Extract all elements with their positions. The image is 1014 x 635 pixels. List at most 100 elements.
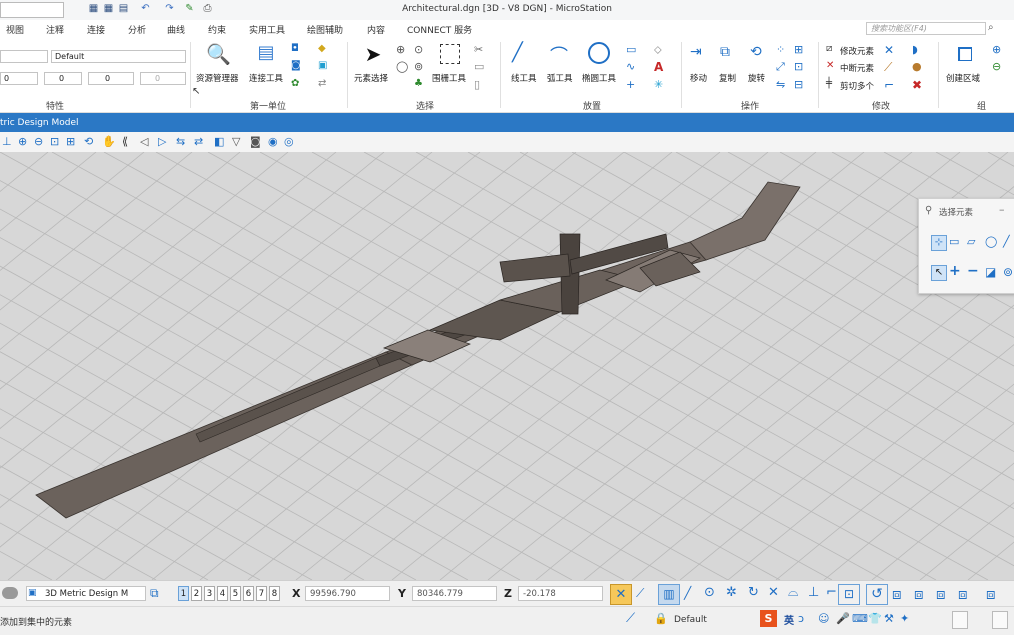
- select-circle-icon[interactable]: ◯: [985, 235, 997, 248]
- view-2-button[interactable]: 2: [191, 586, 202, 601]
- polygon-icon[interactable]: ▭: [626, 43, 636, 56]
- ribbon-search-input[interactable]: 搜索功能区(F4): [866, 22, 986, 35]
- element-selection-button[interactable]: 元素选择: [354, 72, 388, 84]
- tab-constraints[interactable]: 约束: [208, 23, 226, 36]
- rotate-icon[interactable]: ⟲: [750, 44, 762, 60]
- point-icon[interactable]: +: [626, 78, 635, 91]
- ime-voice-icon[interactable]: 🎤: [836, 612, 850, 625]
- bspline-icon[interactable]: ∿: [626, 60, 635, 73]
- display-icon[interactable]: ▣: [318, 60, 327, 71]
- view-front-icon[interactable]: ⧈: [936, 585, 946, 603]
- raster-icon[interactable]: ◙: [291, 60, 301, 71]
- snap-grid-icon[interactable]: ▥: [658, 584, 680, 605]
- view-5-button[interactable]: 5: [230, 586, 241, 601]
- view-model-combo[interactable]: 3D Metric Design M: [26, 586, 146, 601]
- view-display-mode-icon[interactable]: ◧: [214, 135, 224, 148]
- select-shape-icon[interactable]: ▱: [967, 235, 975, 248]
- tab-view[interactable]: 视图: [6, 23, 24, 36]
- break-element-icon[interactable]: ✕: [826, 60, 834, 71]
- view-right-icon[interactable]: ⧈: [958, 585, 968, 603]
- snap-tangent-icon[interactable]: ↻: [748, 585, 759, 600]
- mirror-icon[interactable]: ⇋: [776, 78, 785, 91]
- attach-tools-button[interactable]: 连接工具: [249, 72, 283, 84]
- clip-mask-icon[interactable]: ▽: [232, 135, 240, 148]
- levels-icon[interactable]: ◆: [318, 43, 326, 54]
- tab-curves[interactable]: 曲线: [167, 23, 185, 36]
- ime-punctuation-icon[interactable]: ↄ: [798, 612, 804, 625]
- ellipse-tools-button[interactable]: 椭圆工具: [582, 72, 616, 84]
- ime-skin-icon[interactable]: 👕: [868, 612, 882, 625]
- view-previous-icon[interactable]: ◁: [140, 135, 148, 148]
- select-invert-icon[interactable]: ⊙: [414, 43, 423, 56]
- snap-midpoint-icon[interactable]: ╱: [684, 586, 691, 600]
- cut-icon[interactable]: ✂: [474, 43, 483, 56]
- array-icon[interactable]: ⁘: [776, 43, 785, 56]
- models-icon[interactable]: ✿: [291, 78, 299, 89]
- group-icon[interactable]: ⊕: [992, 43, 1001, 56]
- active-level[interactable]: Default: [674, 615, 707, 625]
- rotate-view-icon[interactable]: ⟲: [84, 135, 93, 148]
- explorer-icon[interactable]: ⇄: [318, 78, 326, 89]
- cell-icon[interactable]: ⬦: [654, 43, 662, 57]
- copy-view-icon[interactable]: ⇆: [176, 135, 185, 148]
- snap-origin-icon[interactable]: ✲: [726, 585, 737, 600]
- view-1-button[interactable]: 1: [178, 586, 189, 601]
- ime-keyboard-icon[interactable]: ⌨: [852, 612, 868, 625]
- reference-icon[interactable]: ◘: [291, 43, 299, 54]
- mode-new-icon[interactable]: ↖: [931, 265, 947, 281]
- copy-button[interactable]: 复制: [719, 72, 736, 84]
- modify-element-button[interactable]: 修改元素: [840, 45, 874, 57]
- view-next-icon[interactable]: ▷: [158, 135, 166, 148]
- fillet-icon[interactable]: ⌐: [884, 78, 894, 92]
- view-6-button[interactable]: 6: [243, 586, 254, 601]
- clipboard-icon[interactable]: ▯: [474, 78, 480, 91]
- break-element-button[interactable]: 中断元素: [840, 62, 874, 74]
- snap-center-icon[interactable]: ⊙: [704, 585, 715, 600]
- select-by-icon[interactable]: ⊚: [414, 60, 423, 73]
- fence-tools-button[interactable]: 围栅工具: [432, 72, 466, 84]
- view-control-icon[interactable]: [2, 587, 18, 599]
- camera-icon[interactable]: ◙: [250, 135, 261, 148]
- ime-emoji-icon[interactable]: ☺: [818, 612, 829, 625]
- select-group-icon[interactable]: ♣: [414, 78, 423, 89]
- ungroup-icon[interactable]: ⊖: [992, 60, 1001, 73]
- minimize-icon[interactable]: –: [999, 203, 1005, 216]
- walk-icon[interactable]: ⟪: [122, 135, 128, 148]
- level-combo[interactable]: Default: [51, 50, 186, 63]
- paste-icon[interactable]: ▭: [474, 60, 484, 73]
- move-button[interactable]: 移动: [690, 72, 707, 84]
- zoom-in-icon[interactable]: ⊕: [18, 135, 27, 148]
- trim-multiple-icon[interactable]: ╪: [826, 78, 832, 89]
- ime-settings-icon[interactable]: ✦: [900, 612, 909, 625]
- render-icon[interactable]: ◎: [284, 135, 294, 148]
- tab-content[interactable]: 内容: [367, 23, 385, 36]
- y-coordinate-field[interactable]: 80346.779: [412, 586, 497, 601]
- transparency-combo[interactable]: 0: [140, 72, 186, 85]
- accusnap-icon[interactable]: ⟋: [626, 611, 635, 626]
- notification-icon[interactable]: [992, 611, 1008, 629]
- create-region-icon[interactable]: ⧠: [954, 42, 976, 66]
- message-center-icon[interactable]: [952, 611, 968, 629]
- align-icon[interactable]: ⊞: [794, 43, 803, 56]
- snap-parallel-icon[interactable]: ⌓: [788, 585, 798, 600]
- view-window[interactable]: [0, 152, 1014, 580]
- window-area-icon[interactable]: ⊡: [50, 135, 59, 148]
- mode-subtract-icon[interactable]: −: [967, 263, 979, 279]
- mode-clear-icon[interactable]: ⊚: [1003, 265, 1013, 279]
- z-coordinate-field[interactable]: -20.178: [518, 586, 603, 601]
- select-line-icon[interactable]: ╱: [1003, 235, 1010, 248]
- ellipse-tools-icon[interactable]: [588, 42, 610, 64]
- snap-keypoint-icon[interactable]: ⟋: [636, 586, 644, 601]
- snap-intersection-icon[interactable]: ✕: [768, 585, 779, 600]
- update-view-icon[interactable]: ⊥: [2, 135, 12, 148]
- select-all-icon[interactable]: ⊕: [396, 43, 405, 56]
- copy-icon[interactable]: ⧉: [720, 44, 730, 60]
- mode-add-icon[interactable]: +: [949, 263, 961, 279]
- view-top-icon[interactable]: ⧈: [914, 585, 924, 603]
- trim-multiple-button[interactable]: 剪切多个: [840, 80, 874, 92]
- fence-tools-icon[interactable]: [440, 44, 460, 64]
- lock-icon[interactable]: 🔒: [654, 612, 668, 625]
- snap-nearest-icon[interactable]: ⌐: [826, 585, 837, 600]
- ime-language[interactable]: 英: [784, 612, 794, 627]
- scale-icon[interactable]: ⤢: [776, 60, 785, 74]
